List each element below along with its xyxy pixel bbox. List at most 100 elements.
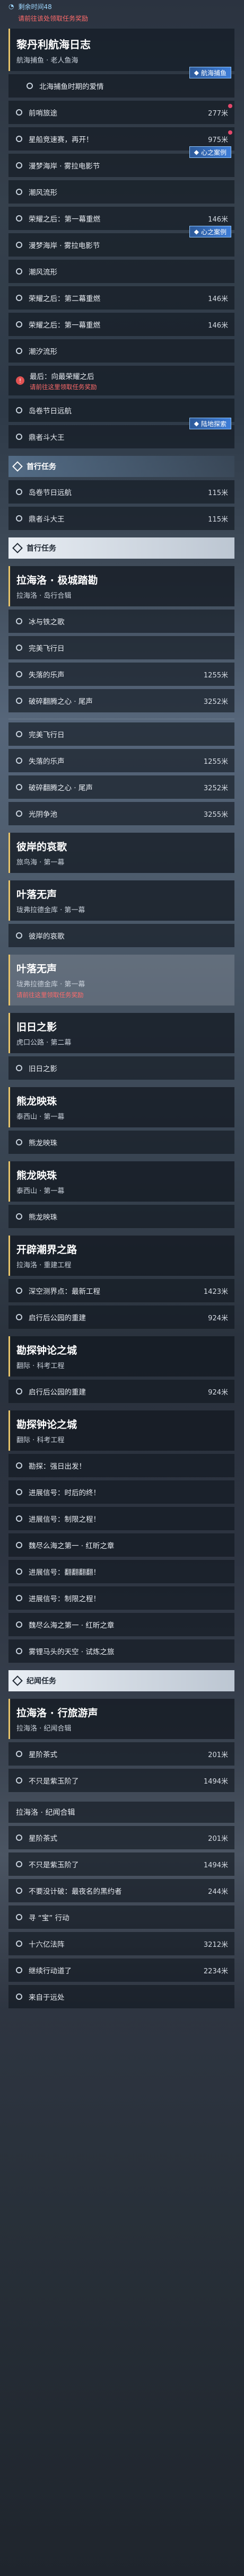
- quest-row[interactable]: 寻 “宝” 行动: [8, 1905, 234, 1929]
- mini-chapter-head[interactable]: 拉海洛 · 纪闻合辑: [8, 1802, 234, 1823]
- circle-marker-icon: [16, 162, 22, 169]
- chapter-11-list: 星阶茶式 201米 不只是紫玉阶了 1494米: [8, 1742, 234, 1792]
- quest-row[interactable]: 星阶茶式 201米: [8, 1826, 234, 1849]
- quest-row[interactable]: 彼岸的哀歌: [8, 924, 234, 947]
- quest-row[interactable]: 进展信号：时后的终！: [8, 1480, 234, 1504]
- warn-quest-row[interactable]: ! 最后：向最荣耀之后 请前往这里领取任务奖励: [8, 366, 234, 395]
- circle-marker-icon: [16, 932, 22, 939]
- chapter-subtitle: 珑弗拉德金库 · 第一幕: [16, 981, 85, 989]
- quest-label: 光阴争池: [29, 810, 57, 819]
- quest-row[interactable]: 前哨旅途 277米: [8, 101, 234, 124]
- quest-row[interactable]: 鼎者斗大王 ◆ 陆地探索: [8, 418, 234, 448]
- quest-row[interactable]: 北海捕鱼时期的爱情 ◆ 航海捕鱼: [8, 67, 234, 98]
- chapter-card-5[interactable]: 旧日之影 虎口公路 · 第二幕: [8, 1013, 234, 1053]
- quest-row[interactable]: 完美飞行日: [8, 722, 234, 746]
- circle-marker-icon: [16, 1065, 22, 1071]
- chapter-title: 熊龙映珠: [16, 1170, 57, 1181]
- quest-row[interactable]: 潮风流形: [8, 260, 234, 283]
- quest-distance: 975米: [208, 136, 228, 144]
- quest-row[interactable]: 失落的乐声 1255米: [8, 663, 234, 686]
- quest-label: 完美飞行日: [29, 645, 65, 653]
- quest-row[interactable]: 潮汐流形: [8, 339, 234, 363]
- quest-row[interactable]: 岛卷节日远航 115米: [8, 480, 234, 504]
- circle-marker-icon: [16, 1595, 22, 1601]
- quest-label: 熊龙映珠: [29, 1213, 57, 1222]
- circle-marker-icon: [16, 1777, 22, 1784]
- circle-marker-icon: [16, 1542, 22, 1548]
- quest-list-extra: 岛卷节日远航 鼎者斗大王 ◆ 陆地探索: [8, 399, 234, 448]
- quest-label: 不只是紫玉阶了: [29, 1861, 79, 1869]
- quest-row[interactable]: 失落的乐声 1255米: [8, 749, 234, 772]
- section-daily-label: 首行任务: [27, 463, 56, 471]
- quest-row[interactable]: 进展信号：制限之程！: [8, 1507, 234, 1530]
- quest-row[interactable]: 星阶茶式 201米: [8, 1742, 234, 1766]
- quest-label: 进展信号：时后的终！: [29, 1489, 100, 1497]
- quest-row[interactable]: 潮风流形: [8, 180, 234, 204]
- quest-row[interactable]: 熊龙映珠: [8, 1205, 234, 1228]
- quest-row[interactable]: 进展信号：制限之程！: [8, 1586, 234, 1610]
- circle-marker-icon: [16, 1621, 22, 1628]
- chapter-card-4[interactable]: 叶落无声 珑弗拉德金库 · 第一幕 请前往这里领取任务奖励: [8, 955, 234, 1005]
- circle-marker-icon: [16, 1834, 22, 1841]
- circle-marker-icon: [16, 731, 22, 737]
- quest-row[interactable]: 进展信号：翻翻翻翻！: [8, 1560, 234, 1583]
- quest-row[interactable]: 旧日之影: [8, 1056, 234, 1080]
- chapter-subtitle: 泰西山 · 第一幕: [16, 1187, 65, 1195]
- status-header: ◔ 剩余时间48: [8, 0, 234, 13]
- chapter-subtitle: 拉海洛 · 岛行合辑: [16, 592, 72, 600]
- section-daily[interactable]: 首行任务: [8, 456, 234, 477]
- quest-row[interactable]: 光阴争池 3255米: [8, 802, 234, 825]
- quest-label: 继续行动道了: [29, 1967, 72, 1975]
- quest-row[interactable]: 启行后公园的重建 924米: [8, 1305, 234, 1329]
- quest-label: 勘探：强日出发！: [29, 1462, 86, 1471]
- section-side[interactable]: 纪闻任务: [8, 1670, 234, 1691]
- quest-row[interactable]: 漫梦海岸 · 雾拉电影节 ◆ 心之案例: [8, 146, 234, 177]
- chapter-card-7[interactable]: 熊龙映珠 泰西山 · 第一幕: [8, 1161, 234, 1202]
- chapter-card-8[interactable]: 开辟潮界之路 拉海洛 · 重建工程: [8, 1236, 234, 1276]
- quest-label: 潮风流形: [29, 268, 57, 277]
- chapter-card-2[interactable]: 彼岸的哀歌 旅鸟海 · 第一幕: [8, 833, 234, 873]
- quest-row[interactable]: 启行后公园的重建 924米: [8, 1380, 234, 1403]
- quest-row[interactable]: 破碎翻腾之心 · 尾声 3252米: [8, 689, 234, 712]
- chapter-card-10[interactable]: 勘探钟论之城 翻际 · 科考工程: [8, 1410, 234, 1451]
- quest-distance: 3212米: [203, 1940, 228, 1949]
- quest-label: 荣耀之后：第二幕重燃: [29, 295, 100, 303]
- quest-row[interactable]: 鼎者斗大王 115米: [8, 507, 234, 530]
- quest-row[interactable]: 熊龙映珠: [8, 1131, 234, 1154]
- circle-marker-icon: [16, 489, 22, 495]
- quest-row[interactable]: 继续行动道了 2234米: [8, 1959, 234, 1982]
- warn-quest-label: 最后：向最荣耀之后: [30, 372, 94, 381]
- quest-row[interactable]: 雾锂马头的天空 · 试炼之旅: [8, 1639, 234, 1663]
- quest-label: 鼎者斗大王: [29, 515, 65, 524]
- quest-row[interactable]: 不只是紫玉阶了 1494米: [8, 1769, 234, 1792]
- chapter-card-6[interactable]: 熊龙映珠 泰西山 · 第一幕: [8, 1087, 234, 1127]
- quest-row[interactable]: 荣耀之后：第二幕重燃 146米: [8, 286, 234, 310]
- quest-row[interactable]: 魏尽么海之第一 · 红昕之章: [8, 1613, 234, 1636]
- quest-row[interactable]: 荣耀之后：第一幕重燃 146米: [8, 313, 234, 336]
- quest-row[interactable]: 深空测界点：最新工程 1423米: [8, 1279, 234, 1302]
- quest-row[interactable]: 漫梦海岸 · 雾拉电影节 ◆ 心之案例: [8, 226, 234, 257]
- quest-row[interactable]: 完美飞行日: [8, 636, 234, 659]
- chapter-card-11[interactable]: 拉海洛 · 行旅游声 拉海洛 · 纪闻合辑: [8, 1699, 234, 1739]
- quest-row[interactable]: 破碎翻腾之心 · 尾声 3252米: [8, 775, 234, 799]
- quest-row[interactable]: 不只是紫玉阶了 1494米: [8, 1852, 234, 1876]
- quest-row[interactable]: 十六亿法阵 3212米: [8, 1932, 234, 1955]
- quest-label: 十六亿法阵: [29, 1940, 65, 1949]
- quest-row[interactable]: 勘探：强日出发！: [8, 1454, 234, 1477]
- quest-row[interactable]: 不要没计破：最夜名的黑约者 244米: [8, 1879, 234, 1902]
- circle-marker-icon: [16, 189, 22, 195]
- circle-marker-icon: [16, 407, 22, 413]
- quest-title-card[interactable]: 黎丹利航海日志 航海捕鱼 · 老人鱼海: [8, 29, 234, 71]
- quest-row[interactable]: 冰与铁之歌: [8, 610, 234, 633]
- section-main[interactable]: 首行任务: [8, 537, 234, 559]
- quest-label: 鼎者斗大王: [29, 434, 65, 442]
- chapter-title: 勘探钟论之城: [16, 1419, 77, 1431]
- quest-badge: ◆ 心之案例: [189, 146, 231, 158]
- chapter-card-1[interactable]: 拉海洛 · 极城踏勘 拉海洛 · 岛行合辑: [8, 566, 234, 606]
- quest-row[interactable]: 来自于远处: [8, 1985, 234, 2008]
- chapter-card-3[interactable]: 叶落无声 珑弗拉德金库 · 第一幕: [8, 880, 234, 921]
- quest-row[interactable]: 魏尽么海之第一 · 红昕之章: [8, 1533, 234, 1557]
- circle-marker-icon: [16, 1462, 22, 1469]
- chapter-subtitle: 拉海洛 · 纪闻合辑: [16, 1725, 72, 1733]
- chapter-card-9[interactable]: 勘探钟论之城 翻际 · 科考工程: [8, 1336, 234, 1377]
